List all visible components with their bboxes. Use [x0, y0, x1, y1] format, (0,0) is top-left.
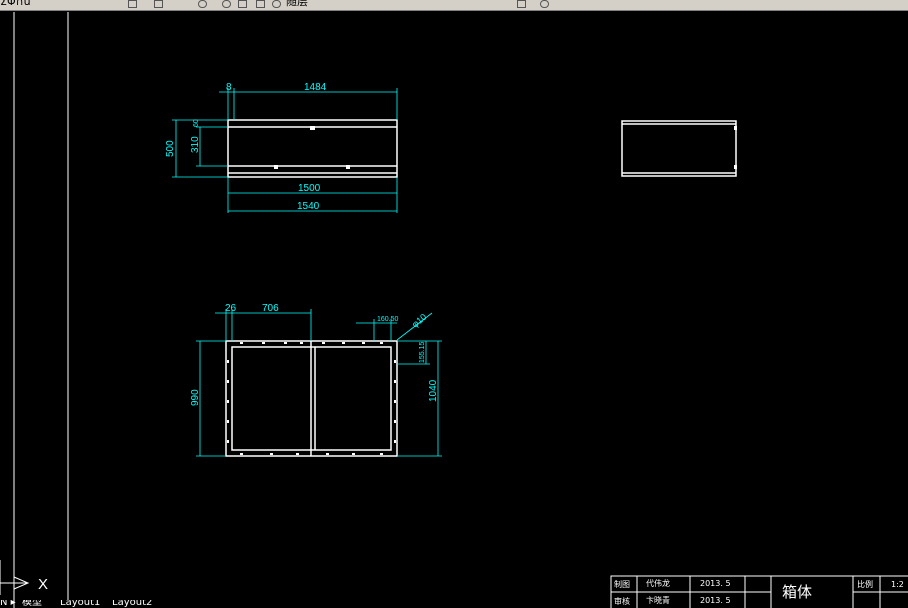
end-view: [621, 120, 737, 177]
side-view-hole: [346, 165, 350, 169]
dim-text: 1040: [428, 379, 439, 402]
dim-text: 706: [262, 303, 279, 314]
dim-text: 310: [190, 136, 201, 153]
dim-text: 8: [226, 82, 232, 93]
dim-text: 160.50: [377, 316, 399, 323]
dim-text: φ10: [410, 312, 429, 330]
dim-text: 990: [190, 389, 201, 406]
end-view-outline: [621, 120, 737, 177]
dim-text: 60: [193, 119, 200, 127]
side-view-hole: [310, 126, 315, 130]
side-view: 8 1484 1500 1540 500 310 60: [165, 82, 398, 213]
title-block-grid: [610, 575, 908, 608]
top-view: 26 706 160.50 φ10 155.15 990 1040: [190, 303, 442, 457]
dim-text: 500: [165, 140, 176, 157]
dim-text: 26: [225, 303, 237, 314]
tab-layout2[interactable]: Layout2: [112, 600, 152, 608]
ucs-x-label: X: [38, 576, 48, 593]
dim-text: 1484: [304, 82, 327, 93]
layout-tabs: N ▸ 模型 Layout1 Layout2: [0, 600, 620, 608]
dim-text: 155.15: [419, 341, 426, 363]
tab-nav-arrows[interactable]: N ▸: [0, 600, 16, 608]
dim-text: 1540: [297, 201, 320, 212]
tab-model[interactable]: 模型: [22, 600, 42, 608]
side-view-hole: [274, 165, 278, 169]
dim-text: 1500: [298, 183, 321, 194]
tab-layout1[interactable]: Layout1: [60, 600, 100, 608]
drawing-canvas[interactable]: 8 1484 1500 1540 500 310 60 26 706 160.5…: [0, 0, 908, 608]
